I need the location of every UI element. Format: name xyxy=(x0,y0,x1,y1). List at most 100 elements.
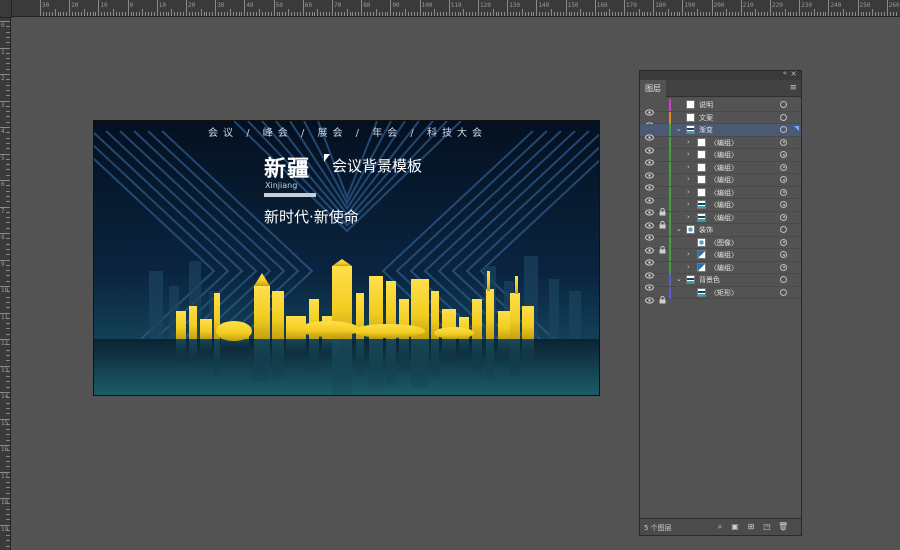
layer-name[interactable]: 文案 xyxy=(699,112,713,124)
layer-name[interactable]: 〈图像〉 xyxy=(710,237,738,249)
layer-row[interactable]: 说明 xyxy=(640,99,801,116)
lock-icon[interactable] xyxy=(659,239,666,253)
layer-target-icon[interactable] xyxy=(780,188,787,196)
lock-toggle[interactable] xyxy=(659,176,666,184)
layer-target-icon[interactable] xyxy=(780,126,787,133)
lock-toggle[interactable] xyxy=(659,251,666,259)
layer-row[interactable]: › 〈编组〉 xyxy=(640,199,801,216)
layer-target-icon[interactable] xyxy=(780,288,787,296)
lock-toggle[interactable] xyxy=(659,164,666,172)
layer-name[interactable]: 〈编组〉 xyxy=(710,249,738,261)
ruler-origin[interactable] xyxy=(0,0,12,18)
layer-target-icon[interactable] xyxy=(780,101,787,108)
lock-toggle[interactable] xyxy=(659,139,666,147)
visibility-eye-icon[interactable] xyxy=(645,251,654,266)
lock-toggle[interactable] xyxy=(659,276,666,284)
layer-row[interactable]: › 〈编组〉 xyxy=(640,149,801,166)
visibility-eye-icon[interactable] xyxy=(645,264,654,279)
layer-name[interactable]: 〈矩形〉 xyxy=(710,287,738,299)
search-icon[interactable]: ⌕ xyxy=(715,522,725,532)
collapse-icon[interactable]: « xyxy=(783,69,787,77)
visibility-eye-icon[interactable] xyxy=(645,164,654,179)
layer-name[interactable]: 〈编组〉 xyxy=(710,174,738,186)
layer-row[interactable]: 〈矩形〉 xyxy=(640,286,801,304)
layer-target-icon[interactable] xyxy=(780,213,787,221)
visibility-eye-icon[interactable] xyxy=(645,289,654,304)
lock-toggle[interactable] xyxy=(659,151,666,159)
lock-toggle[interactable] xyxy=(659,226,666,234)
layer-row[interactable]: ⌄ 装饰 xyxy=(640,224,801,241)
artboard[interactable]: 会议 / 峰会 / 展会 / 年会 / 科技大会 新疆 Xinjiang 会议背… xyxy=(93,120,600,396)
chevron-down-icon[interactable]: ⌄ xyxy=(676,125,682,133)
layer-name[interactable]: 〈编组〉 xyxy=(710,187,738,199)
layer-target-icon[interactable] xyxy=(780,163,787,171)
lock-icon[interactable] xyxy=(659,201,666,216)
layer-target-icon[interactable] xyxy=(780,263,787,271)
layer-row[interactable]: › 〈编组〉 xyxy=(640,161,801,179)
new-layer-icon[interactable]: ◳ xyxy=(762,522,772,532)
new-sublayer-icon[interactable]: ⊞ xyxy=(746,522,756,532)
lock-toggle[interactable] xyxy=(659,114,666,122)
visibility-eye-icon[interactable] xyxy=(645,276,654,291)
close-icon[interactable]: × xyxy=(790,69,797,78)
visibility-eye-icon[interactable] xyxy=(645,189,654,204)
layer-target-icon[interactable] xyxy=(780,226,787,233)
chevron-right-icon[interactable]: › xyxy=(687,150,690,158)
layer-name[interactable]: 〈编组〉 xyxy=(710,149,738,161)
horizontal-ruler[interactable]: 30 20 10 0 10 20 30 40 50 60 70 80 90 100 110 120 130 140… xyxy=(0,0,900,17)
visibility-eye-icon[interactable] xyxy=(645,101,654,116)
visibility-eye-icon[interactable] xyxy=(645,126,654,141)
clipping-mask-icon[interactable]: ▣ xyxy=(730,522,740,532)
layer-row[interactable]: 〈图像〉 xyxy=(640,236,801,254)
layer-row[interactable]: › 〈编组〉 xyxy=(640,174,801,191)
chevron-right-icon[interactable]: › xyxy=(687,213,690,221)
layer-target-icon[interactable] xyxy=(780,276,787,283)
layer-name[interactable]: 〈编组〉 xyxy=(710,162,738,174)
lock-icon[interactable] xyxy=(659,289,666,303)
chevron-down-icon[interactable]: ⌄ xyxy=(676,225,682,233)
visibility-eye-icon[interactable] xyxy=(645,151,654,166)
chevron-right-icon[interactable]: › xyxy=(687,175,690,183)
panel-menu-icon[interactable]: ≡ xyxy=(789,83,797,93)
layer-name[interactable]: 说明 xyxy=(699,99,713,111)
visibility-eye-icon[interactable] xyxy=(645,226,654,241)
selection-indicator[interactable] xyxy=(794,126,799,131)
visibility-eye-icon[interactable] xyxy=(645,139,654,154)
layer-name[interactable]: 装饰 xyxy=(699,224,713,236)
lock-toggle[interactable] xyxy=(659,189,666,197)
chevron-right-icon[interactable]: › xyxy=(687,188,690,196)
chevron-right-icon[interactable]: › xyxy=(687,138,690,146)
layer-name[interactable]: 背景色 xyxy=(699,274,720,286)
layer-row[interactable]: › 〈编组〉 xyxy=(640,249,801,266)
layer-row[interactable]: › 〈编组〉 xyxy=(640,211,801,229)
layer-target-icon[interactable] xyxy=(780,138,787,146)
lock-toggle[interactable] xyxy=(659,101,666,109)
layer-row[interactable]: › 〈编组〉 xyxy=(640,136,801,154)
layer-row[interactable]: › 〈编组〉 xyxy=(640,261,801,279)
layer-row[interactable]: › 〈编组〉 xyxy=(640,186,801,204)
layer-name[interactable]: 〈编组〉 xyxy=(710,137,738,149)
layer-target-icon[interactable] xyxy=(780,176,787,183)
layer-target-icon[interactable] xyxy=(780,113,787,121)
layer-target-icon[interactable] xyxy=(780,151,787,158)
chevron-right-icon[interactable]: › xyxy=(687,263,690,271)
layer-row[interactable]: 文案 xyxy=(640,111,801,129)
visibility-eye-icon[interactable] xyxy=(645,214,654,229)
visibility-eye-icon[interactable] xyxy=(645,239,654,254)
layer-name[interactable]: 〈编组〉 xyxy=(710,262,738,274)
vertical-ruler[interactable]: 0 1 2 3 4 5 6 7 8 9 10 11 12 13 14 15 16 17 18 19 xyxy=(0,17,11,550)
layer-target-icon[interactable] xyxy=(780,238,787,246)
chevron-right-icon[interactable]: › xyxy=(687,250,690,258)
tab-layers[interactable]: 图层 xyxy=(640,80,666,97)
chevron-down-icon[interactable]: ⌄ xyxy=(676,275,682,283)
layer-name[interactable]: 〈编组〉 xyxy=(710,212,738,224)
chevron-right-icon[interactable]: › xyxy=(687,200,690,208)
layer-name[interactable]: 〈编组〉 xyxy=(710,199,738,211)
lock-toggle[interactable] xyxy=(659,126,666,134)
layer-row[interactable]: ⌄ 渐变 xyxy=(640,124,801,141)
trash-icon[interactable]: 🗑 xyxy=(778,522,788,532)
panel-titlebar[interactable]: « × xyxy=(640,69,801,80)
visibility-eye-icon[interactable] xyxy=(645,114,654,129)
lock-toggle[interactable] xyxy=(659,264,666,272)
chevron-right-icon[interactable]: › xyxy=(687,163,690,171)
